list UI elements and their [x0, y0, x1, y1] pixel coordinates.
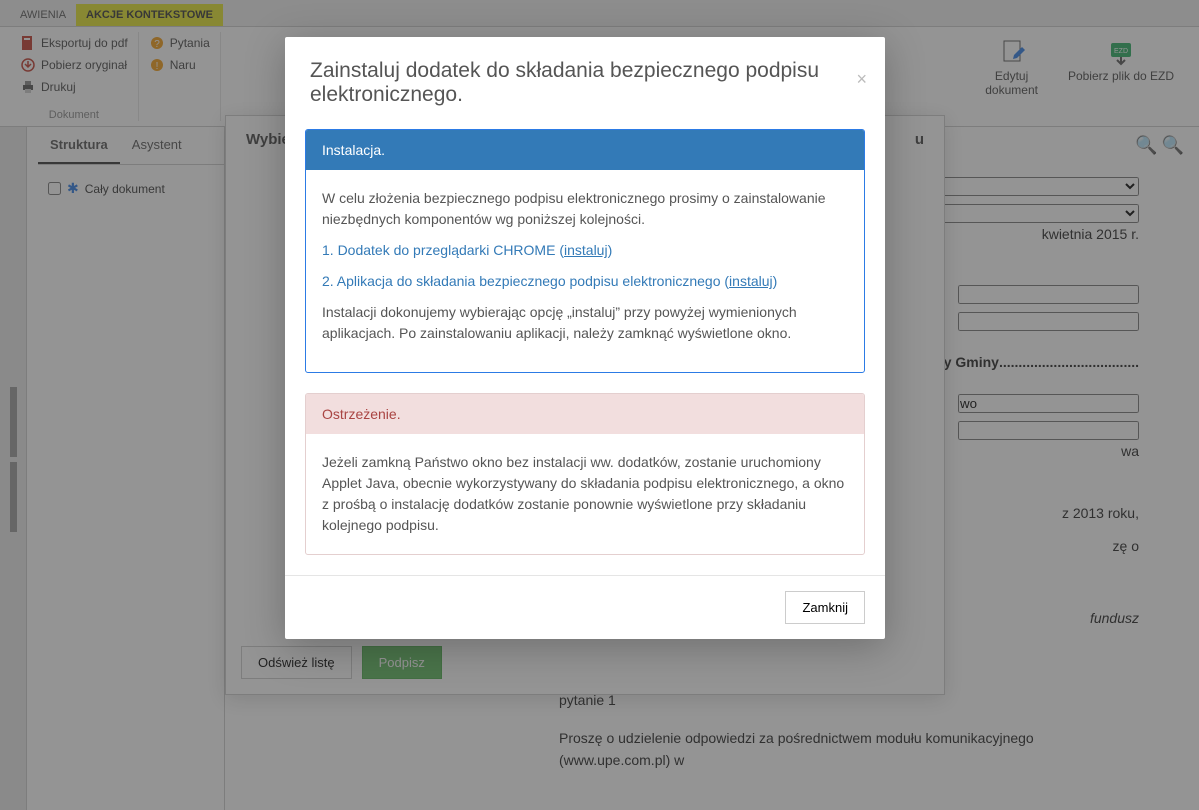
- step1-install-link[interactable]: instaluj: [564, 242, 608, 258]
- step2-end: ): [773, 273, 778, 289]
- install-info-box: Instalacja. W celu złożenia bezpiecznego…: [305, 129, 865, 373]
- warning-header: Ostrzeżenie.: [306, 394, 864, 434]
- install-header: Instalacja.: [306, 130, 864, 170]
- install-p1: W celu złożenia bezpiecznego podpisu ele…: [322, 188, 848, 230]
- install-modal: Zainstaluj dodatek do składania bezpiecz…: [285, 37, 885, 639]
- step2-install-link[interactable]: instaluj: [729, 273, 773, 289]
- install-p2: Instalacji dokonujemy wybierając opcję „…: [322, 302, 848, 344]
- warning-body: Jeżeli zamkną Państwo okno bez instalacj…: [306, 434, 864, 554]
- step1-text: 1. Dodatek do przeglądarki CHROME (: [322, 242, 564, 258]
- step1-end: ): [608, 242, 613, 258]
- close-button[interactable]: Zamknij: [785, 591, 865, 624]
- warning-box: Ostrzeżenie. Jeżeli zamkną Państwo okno …: [305, 393, 865, 555]
- step2-text: 2. Aplikacja do składania bezpiecznego p…: [322, 273, 729, 289]
- close-icon[interactable]: ×: [856, 69, 867, 90]
- modal-title: Zainstaluj dodatek do składania bezpiecz…: [310, 59, 819, 106]
